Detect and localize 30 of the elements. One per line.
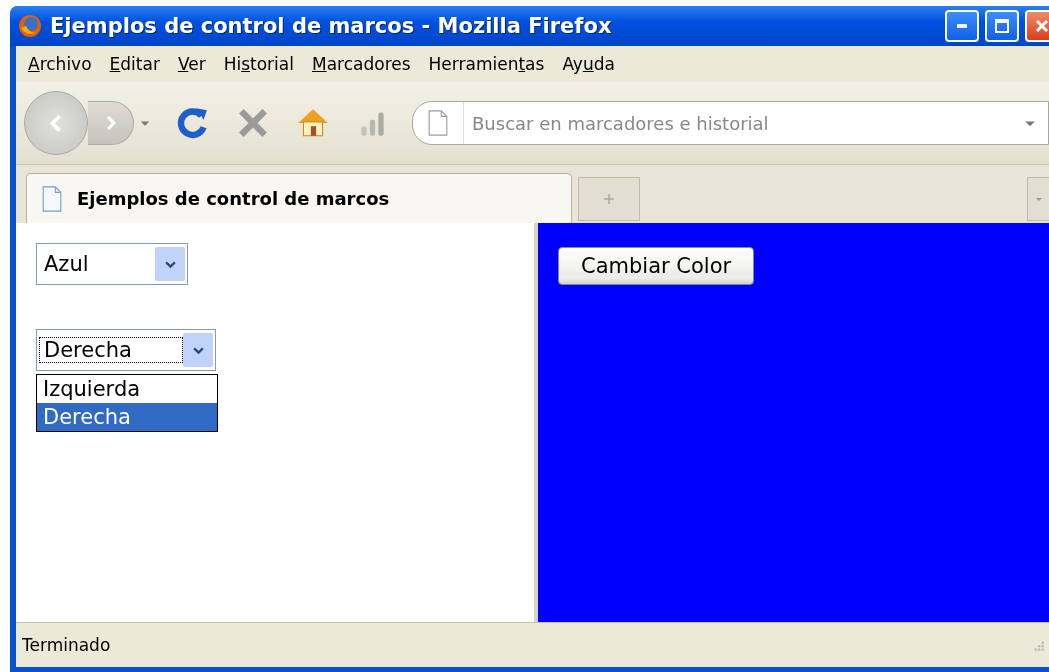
reload-icon[interactable] <box>176 106 210 140</box>
menu-item[interactable]: Herramientas <box>420 52 553 76</box>
page-icon <box>41 184 63 213</box>
address-field[interactable]: Buscar en marcadores e historial <box>412 101 1049 145</box>
menu-item[interactable]: Ver <box>169 52 214 76</box>
status-text: Terminado <box>22 635 111 655</box>
dropdown-option[interactable]: Izquierda <box>37 375 217 403</box>
window-title: Ejemplos de control de marcos - Mozilla Firefox <box>50 14 612 38</box>
forward-button[interactable] <box>88 101 134 145</box>
change-color-button[interactable]: Cambiar Color <box>558 247 755 285</box>
menu-item[interactable]: Archivo <box>20 52 100 76</box>
menu-item[interactable]: Historial <box>215 52 302 76</box>
dropdown-option[interactable]: Derecha <box>37 403 217 431</box>
left-chevron-icon <box>50 113 62 133</box>
browser-tab[interactable]: Ejemplos de control de marcos <box>26 173 572 223</box>
close-button[interactable] <box>1025 10 1049 42</box>
globe-icon <box>18 14 42 38</box>
minimize-icon <box>957 24 967 28</box>
menu-item[interactable]: Editar <box>101 52 168 76</box>
plus-icon <box>603 193 615 205</box>
maximize-icon <box>992 16 1012 36</box>
menu-item[interactable]: Ayuda <box>554 52 623 76</box>
minimize-button[interactable] <box>945 10 979 42</box>
page-icon <box>427 109 449 137</box>
right-chevron-icon <box>105 115 116 131</box>
menu-item[interactable]: Marcadores <box>303 52 419 76</box>
color-dropdown[interactable]: Azul <box>36 243 188 285</box>
maximize-button[interactable] <box>985 10 1019 42</box>
stop-icon[interactable] <box>236 106 270 140</box>
position-dropdown[interactable]: Derecha <box>36 329 216 371</box>
